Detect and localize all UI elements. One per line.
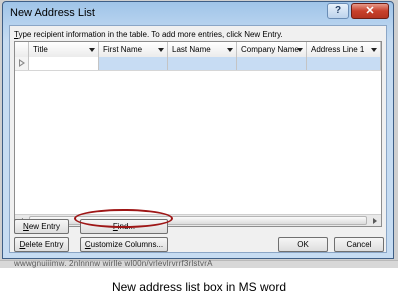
column-label-first-name: First Name — [103, 45, 143, 54]
new-address-list-dialog: New Address List ? ✕ Type recipient info… — [2, 1, 394, 259]
horizontal-scrollbar[interactable] — [15, 214, 381, 226]
dialog-client-area: Type recipient information in the table.… — [9, 25, 387, 253]
chevron-down-icon[interactable] — [158, 48, 164, 52]
chevron-down-icon[interactable] — [371, 48, 377, 52]
figure-caption: New address list box in MS word — [111, 280, 287, 294]
column-header-company-name[interactable]: Company Name — [237, 42, 307, 57]
chevron-down-icon[interactable] — [227, 48, 233, 52]
cell-first-name[interactable] — [99, 57, 168, 70]
table-header-row: Title First Name Last Name Company Name — [15, 42, 381, 58]
cell-address-line-1[interactable] — [307, 57, 381, 70]
instruction-text: Type recipient information in the table.… — [14, 30, 283, 39]
cancel-button[interactable]: Cancel — [334, 237, 384, 252]
ok-button[interactable]: OK — [278, 237, 328, 252]
delete-entry-label: elete Entry — [25, 240, 64, 249]
chevron-down-icon[interactable] — [89, 48, 95, 52]
address-table[interactable]: Title First Name Last Name Company Name — [14, 41, 382, 227]
column-label-company-name: Company Name — [241, 45, 299, 54]
column-header-last-name[interactable]: Last Name — [168, 42, 237, 57]
row-selector[interactable] — [15, 57, 29, 70]
scroll-right-arrow-icon[interactable] — [373, 218, 377, 224]
column-label-address-line-1: Address Line 1 — [311, 45, 365, 54]
column-label-title: Title — [33, 45, 48, 54]
cell-company-name[interactable] — [237, 57, 307, 70]
title-bar[interactable]: New Address List ? ✕ — [3, 2, 393, 26]
dialog-title: New Address List — [10, 7, 95, 19]
column-header-first-name[interactable]: First Name — [99, 42, 168, 57]
table-row[interactable] — [15, 57, 381, 71]
chevron-down-icon[interactable] — [297, 48, 303, 52]
current-row-arrow-icon — [19, 59, 25, 67]
column-header-title[interactable]: Title — [29, 42, 99, 57]
screenshot-frame: wwwgnuiiimw. 2nlnnnw wirlle wl00n/vrlevl… — [0, 0, 398, 268]
column-label-last-name: Last Name — [172, 45, 211, 54]
instruction-rest: ype recipient information in the table. … — [18, 30, 283, 39]
customize-columns-label: ustomize Columns... — [90, 240, 164, 249]
close-button[interactable]: ✕ — [351, 3, 389, 19]
cell-last-name[interactable] — [168, 57, 237, 70]
delete-entry-button[interactable]: Delete Entry — [14, 237, 69, 252]
new-entry-label: ew Entry — [28, 222, 60, 231]
customize-columns-button[interactable]: Customize Columns... — [80, 237, 168, 252]
column-header-address-line-1[interactable]: Address Line 1 — [307, 42, 381, 57]
background-text: wwwgnuiiimw. 2nlnnnw wirlle wl00n/vrlevl… — [14, 259, 213, 268]
new-entry-button[interactable]: New Entry — [14, 219, 69, 234]
help-button[interactable]: ? — [327, 3, 349, 19]
header-corner — [15, 42, 29, 57]
cell-title[interactable] — [29, 57, 99, 70]
highlight-oval — [74, 209, 173, 228]
